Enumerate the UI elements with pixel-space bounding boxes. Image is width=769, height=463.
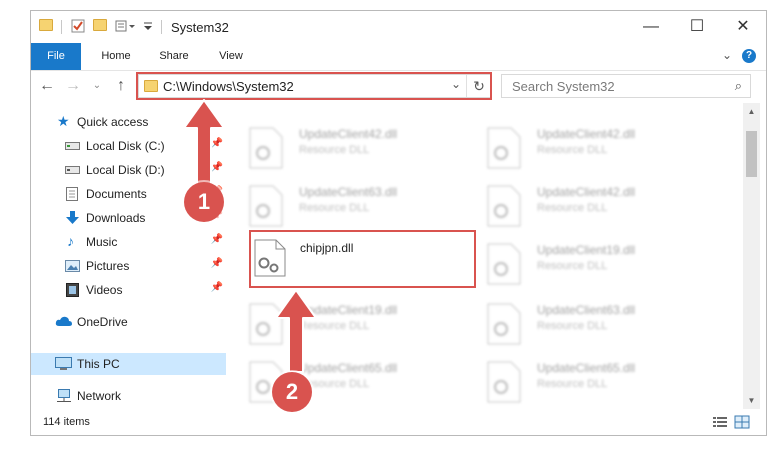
arrow-up-icon	[183, 99, 225, 187]
step-1-badge: 1	[184, 182, 224, 222]
step-2-badge: 2	[272, 372, 312, 412]
arrow-up-icon	[275, 289, 317, 373]
annotation-arrows	[183, 99, 317, 373]
